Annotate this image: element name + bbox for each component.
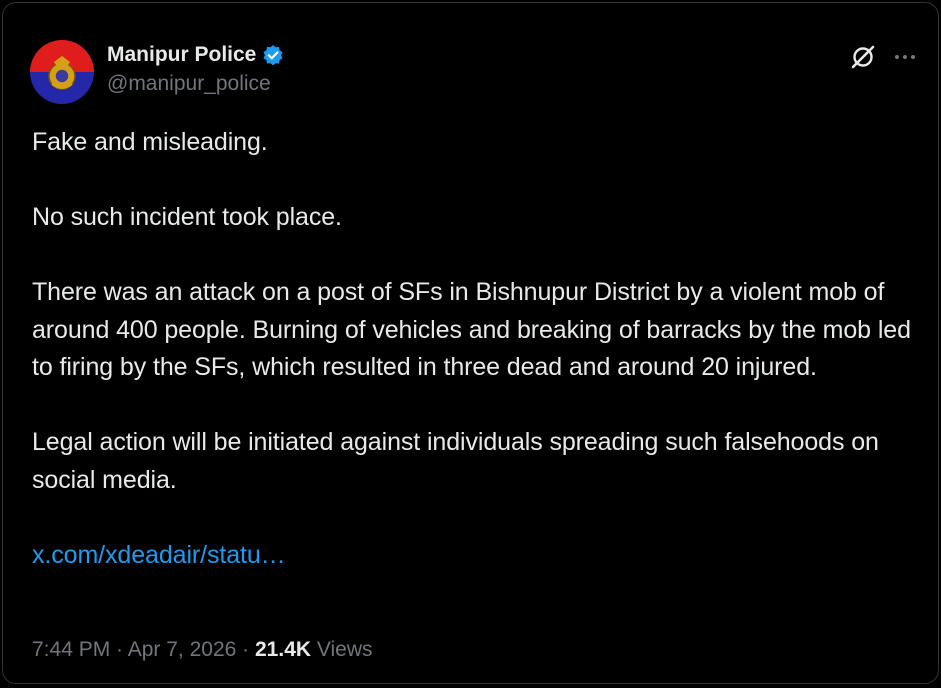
grok-slash-icon[interactable]	[850, 44, 876, 70]
author-display-name[interactable]: Manipur Police	[107, 43, 256, 67]
meta-separator: ·	[236, 638, 255, 661]
post-meta: 7:44 PM · Apr 7, 2026 · 21.4K Views	[32, 638, 373, 662]
post-actions-top	[850, 44, 916, 70]
post-header: Manipur Police @manipur_police	[30, 40, 916, 106]
author-handle[interactable]: @manipur_police	[107, 72, 284, 96]
avatar[interactable]	[30, 40, 94, 104]
post-link[interactable]: x.com/xdeadair/statu…	[32, 541, 286, 569]
author-names: Manipur Police @manipur_police	[107, 40, 284, 96]
post-time[interactable]: 7:44 PM	[32, 638, 110, 661]
post-text: Fake and misleading. No such incident to…	[32, 124, 922, 574]
post-date[interactable]: Apr 7, 2026	[128, 638, 237, 661]
post-card: Manipur Police @manipur_police Fake and …	[2, 2, 939, 684]
post-paragraph: Fake and misleading.	[32, 128, 268, 156]
police-emblem-icon	[48, 56, 76, 90]
meta-separator: ·	[110, 638, 128, 661]
more-dots-icon[interactable]	[894, 46, 916, 68]
views-count[interactable]: 21.4K	[255, 638, 311, 661]
post-paragraph: There was an attack on a post of SFs in …	[32, 278, 911, 381]
verified-badge-icon[interactable]	[262, 44, 284, 66]
post-paragraph: Legal action will be initiated against i…	[32, 428, 879, 494]
name-row: Manipur Police	[107, 40, 284, 70]
post-paragraph: No such incident took place.	[32, 203, 342, 231]
views-label: Views	[316, 638, 373, 661]
post-link-paragraph: x.com/xdeadair/statu…	[32, 537, 922, 575]
